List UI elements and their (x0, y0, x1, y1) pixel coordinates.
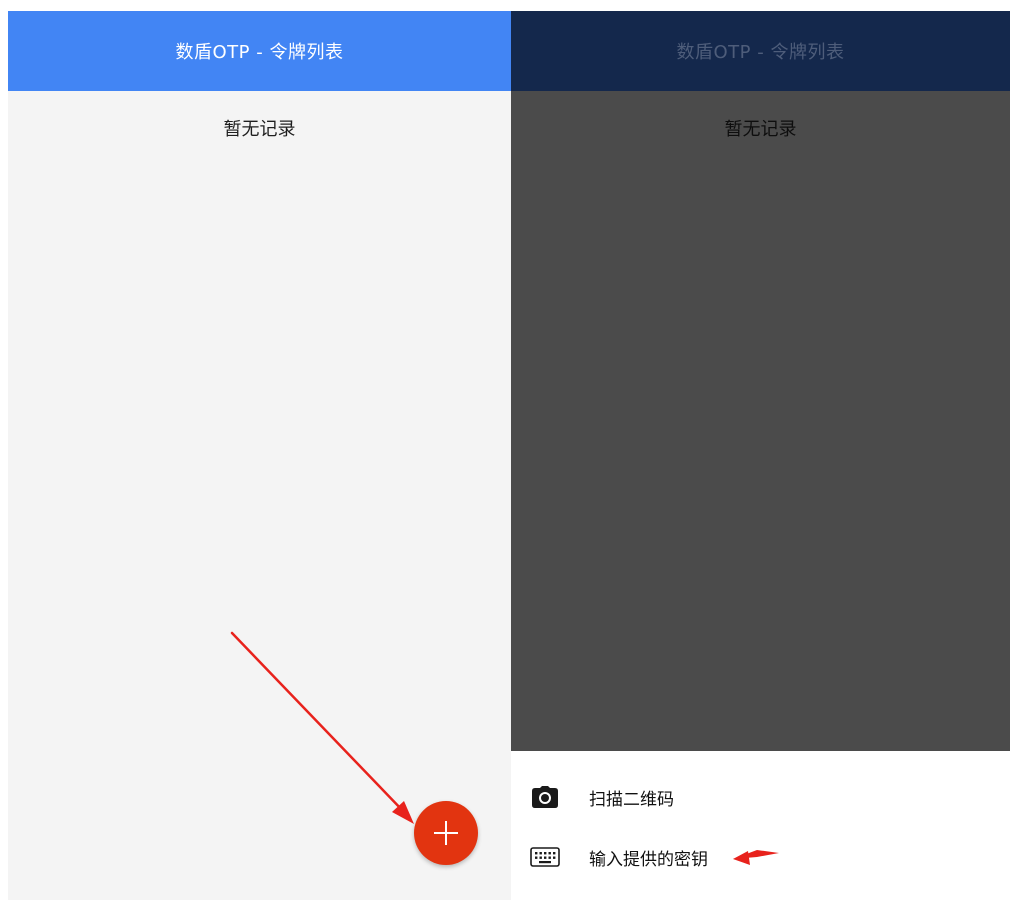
token-list-screen: 数盾OTP - 令牌列表 暂无记录 (8, 11, 511, 900)
app-bar: 数盾OTP - 令牌列表 (8, 11, 511, 91)
enter-key-label: 输入提供的密钥 (589, 849, 708, 870)
enter-key-option[interactable]: 输入提供的密钥 (511, 829, 1010, 885)
add-token-bottom-sheet: 扫描二维码 输入提供的密钥 (511, 751, 1010, 900)
app-title-dimmed: 数盾OTP - 令牌列表 (676, 42, 845, 63)
token-list-screen-with-sheet: 数盾OTP - 令牌列表 暂无记录 扫描二维码 输入提供的密钥 (511, 11, 1010, 900)
camera-icon (529, 781, 561, 813)
app-bar-dimmed: 数盾OTP - 令牌列表 (511, 11, 1010, 91)
keyboard-icon (529, 841, 561, 873)
plus-icon (434, 821, 458, 845)
empty-state-message-dimmed: 暂无记录 (724, 119, 797, 140)
scan-qr-code-label: 扫描二维码 (589, 789, 674, 810)
scan-qr-code-option[interactable]: 扫描二维码 (511, 769, 1010, 825)
add-token-button[interactable] (414, 801, 478, 865)
app-title: 数盾OTP - 令牌列表 (175, 42, 344, 63)
screenshot-stage: 数盾OTP - 令牌列表 暂无记录 数盾OTP - 令牌列表 暂无记录 扫描二维… (0, 0, 1010, 900)
empty-state-message: 暂无记录 (223, 119, 296, 140)
